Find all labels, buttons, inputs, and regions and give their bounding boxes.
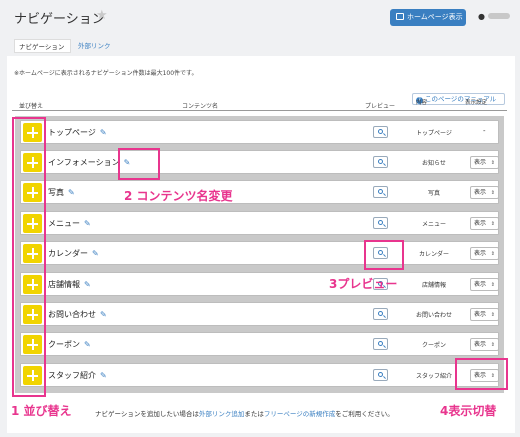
search-icon <box>378 341 383 346</box>
content-name: インフォメーション <box>48 158 120 167</box>
highlight-name-edit <box>118 148 160 180</box>
header-content: 内容 <box>416 100 428 106</box>
header-sort: 並び替え <box>19 103 44 110</box>
visibility-select[interactable]: 表示 ⇕ <box>470 217 499 230</box>
pencil-icon[interactable]: ✎ <box>92 249 99 258</box>
navigation-list: トップページ ✎ トップページ - インフォメーション ✎ お知らせ 表示 ⇕ 写真 ✎… <box>15 116 504 393</box>
table-row: トップページ ✎ トップページ - <box>20 120 499 144</box>
search-icon <box>378 311 383 316</box>
content-name: スタッフ紹介 <box>48 371 96 380</box>
search-icon <box>378 189 383 194</box>
header-name: コンテンツ名 <box>182 103 219 110</box>
content-type: カレンダー <box>418 251 449 258</box>
header-preview: プレビュー <box>365 103 396 110</box>
content-panel: ※ホームページに表示されるナビゲーション件数は最大100件です。 ? このページの… <box>7 56 515 433</box>
page-header: ナビゲーション ★ ホームページ表示 ● <box>0 0 520 36</box>
table-row: 店舗情報 ✎ 店舗情報 表示 ⇕ <box>20 272 499 296</box>
content-name: メニュー <box>48 219 80 228</box>
annotation-sort: 1 並び替え <box>11 404 72 418</box>
chevron-down-icon: ⇕ <box>490 282 495 288</box>
table-row: スタッフ紹介 ✎ スタッフ紹介 表示 ⇕ <box>20 363 499 387</box>
free-page-create-link[interactable]: フリーページの新規作成 <box>264 410 335 418</box>
annotation-rename: 2 コンテンツ名変更 <box>124 189 233 203</box>
header-visibility: 表示設定 <box>465 100 488 106</box>
content-type: 写真 <box>427 190 440 197</box>
user-name-redacted <box>487 13 510 19</box>
table-row: インフォメーション ✎ お知らせ 表示 ⇕ <box>20 150 499 174</box>
visibility-select[interactable]: 表示 ⇕ <box>470 338 499 351</box>
visibility-value: - <box>483 127 486 135</box>
table-row: メニュー ✎ メニュー 表示 ⇕ <box>20 211 499 235</box>
content-name: カレンダー <box>48 249 88 258</box>
table-header: 並び替え コンテンツ名 プレビュー 内容 表示設定 <box>12 100 507 111</box>
preview-button[interactable] <box>373 338 388 350</box>
chevron-down-icon: ⇕ <box>490 190 495 196</box>
content-type: メニュー <box>421 221 446 228</box>
user-menu[interactable]: ● <box>478 12 510 21</box>
content-type: お知らせ <box>422 160 446 167</box>
pencil-icon[interactable]: ✎ <box>84 280 91 289</box>
visibility-select[interactable]: 表示 ⇕ <box>470 278 499 291</box>
content-name: 店舗情報 <box>48 280 80 289</box>
table-row: お問い合わせ ✎ お問い合わせ 表示 ⇕ <box>20 302 499 326</box>
preview-button[interactable] <box>373 156 388 168</box>
screen-icon <box>396 13 404 20</box>
pencil-icon[interactable]: ✎ <box>100 371 107 380</box>
external-link-add-link[interactable]: 外部リンク追加 <box>199 410 245 418</box>
footer-note: ナビゲーションを追加したい場合は外部リンク追加またはフリーページの新規作成をご利… <box>95 410 394 418</box>
search-icon <box>378 159 383 164</box>
search-icon <box>378 129 383 134</box>
pencil-icon[interactable]: ✎ <box>68 188 75 197</box>
highlight-sort-handles <box>12 117 46 397</box>
pencil-icon[interactable]: ✎ <box>84 340 91 349</box>
content-name: トップページ <box>48 128 96 137</box>
homepage-view-button[interactable]: ホームページ表示 <box>390 9 466 26</box>
table-row: カレンダー ✎ カレンダー 表示 ⇕ <box>20 241 499 265</box>
search-icon <box>378 220 383 225</box>
content-name: クーポン <box>48 340 80 349</box>
chevron-down-icon: ⇕ <box>490 342 495 348</box>
highlight-preview <box>364 240 404 270</box>
visibility-select[interactable]: 表示 ⇕ <box>470 156 499 169</box>
preview-button[interactable] <box>373 308 388 320</box>
notice-text: ※ホームページに表示されるナビゲーション件数は最大100件です。 <box>14 70 198 77</box>
tab-navigation[interactable]: ナビゲーション <box>14 39 71 53</box>
page-title: ナビゲーション <box>14 12 105 27</box>
chevron-down-icon: ⇕ <box>490 221 495 227</box>
pencil-icon[interactable]: ✎ <box>84 219 91 228</box>
annotation-preview: 3プレビュー <box>329 277 398 291</box>
user-icon: ● <box>478 12 485 21</box>
star-icon[interactable]: ★ <box>96 8 108 23</box>
annotation-visibility: 4表示切替 <box>440 404 497 418</box>
content-name: お問い合わせ <box>48 310 96 319</box>
content-name: 写真 <box>48 188 64 197</box>
table-row: クーポン ✎ クーポン 表示 ⇕ <box>20 332 499 356</box>
preview-button[interactable] <box>373 126 388 138</box>
preview-button[interactable] <box>373 369 388 381</box>
visibility-select[interactable]: 表示 ⇕ <box>470 247 499 260</box>
search-icon <box>378 372 383 377</box>
pencil-icon[interactable]: ✎ <box>100 128 107 137</box>
visibility-select[interactable]: 表示 ⇕ <box>470 308 499 321</box>
preview-button[interactable] <box>373 217 388 229</box>
highlight-visibility <box>455 358 508 390</box>
chevron-down-icon: ⇕ <box>490 312 495 318</box>
preview-button[interactable] <box>373 186 388 198</box>
pencil-icon[interactable]: ✎ <box>100 310 107 319</box>
content-type: トップページ <box>416 130 452 137</box>
chevron-down-icon: ⇕ <box>490 160 495 166</box>
content-type: クーポン <box>421 342 446 349</box>
table-row: 写真 ✎ 写真 表示 ⇕ <box>20 180 499 204</box>
tab-external-links[interactable]: 外部リンク <box>74 39 114 53</box>
chevron-down-icon: ⇕ <box>490 251 495 257</box>
visibility-select[interactable]: 表示 ⇕ <box>470 186 499 199</box>
content-type: お問い合わせ <box>415 312 452 319</box>
content-type: 店舗情報 <box>421 282 446 289</box>
